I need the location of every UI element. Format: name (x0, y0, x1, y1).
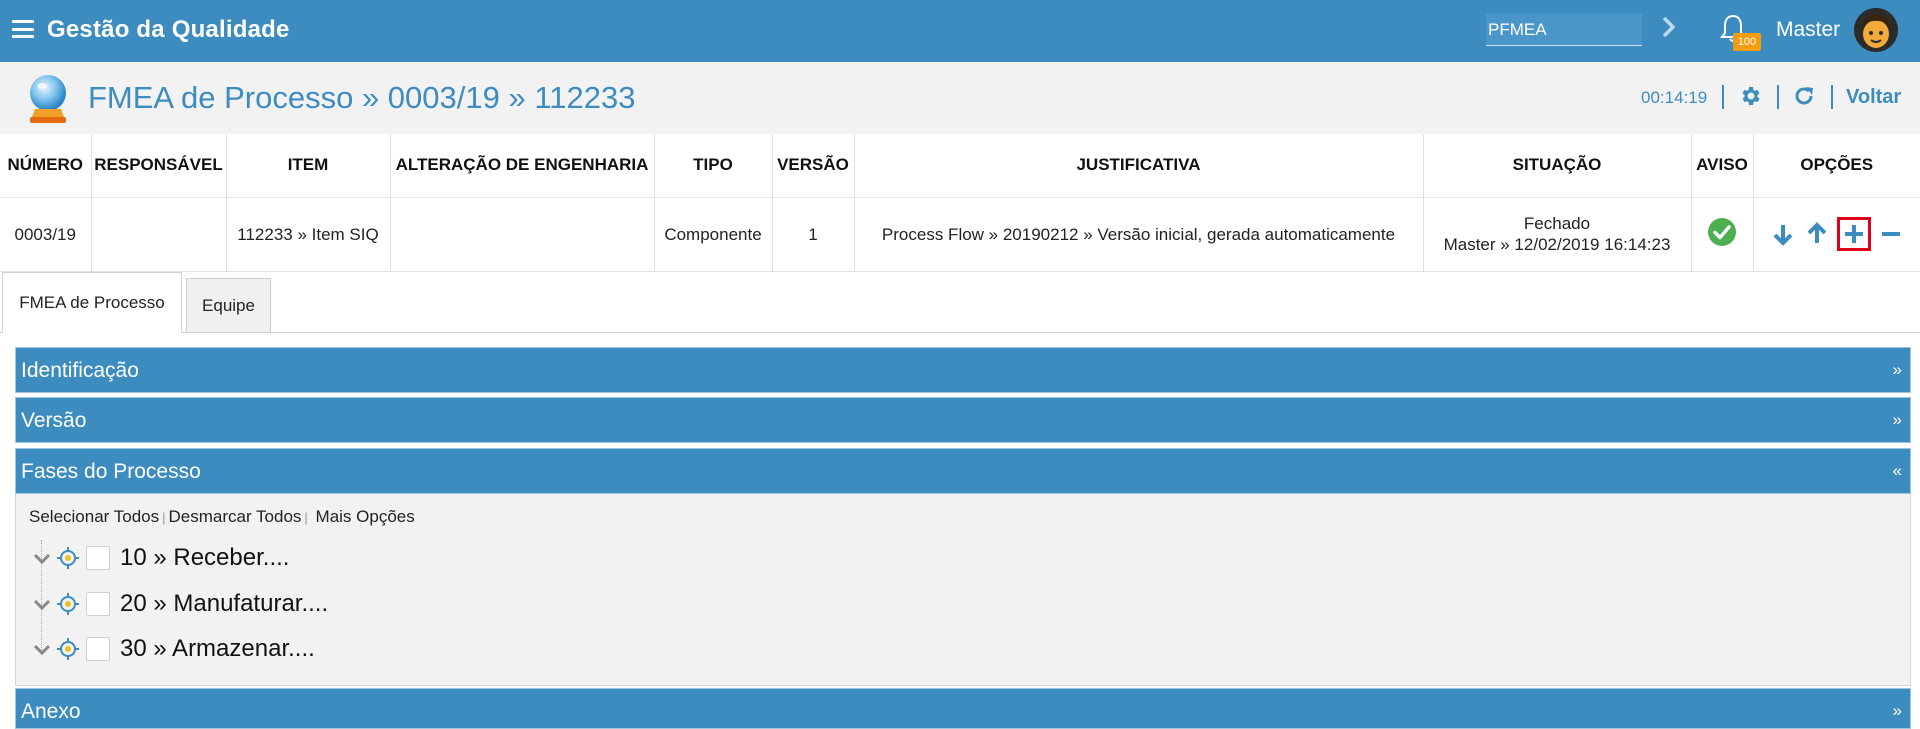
chevron-down-icon[interactable] (32, 639, 52, 659)
link-separator: | (304, 510, 308, 525)
col-aviso: AVISO (1691, 134, 1754, 198)
phase-label[interactable]: 30 » Armazenar.... (120, 635, 315, 663)
collapse-icon[interactable]: « (1893, 461, 1902, 481)
panel-title: Identificação (21, 359, 139, 382)
col-justificativa: JUSTIFICATIVA (854, 134, 1424, 198)
panel-title: Versão (21, 409, 87, 432)
cell-versao: 1 (772, 197, 855, 272)
expand-icon[interactable]: » (1893, 410, 1902, 430)
cell-opcoes (1753, 197, 1920, 272)
panel-fases-processo[interactable]: Fases do Processo « (15, 448, 1911, 494)
plus-icon[interactable] (1836, 217, 1871, 251)
target-icon (57, 638, 79, 660)
situacao-status: Fechado (1523, 214, 1591, 233)
cell-justificativa: Process Flow » 20190212 » Versão inicial… (854, 197, 1424, 272)
cell-aviso (1691, 197, 1754, 272)
phase-label[interactable]: 20 » Manufaturar.... (120, 590, 328, 618)
header-divider (1831, 85, 1833, 109)
app-title: Gestão da Qualidade (47, 16, 290, 43)
panel-anexo[interactable]: Anexo » (15, 688, 1911, 729)
notification-badge: 100 (1733, 33, 1761, 51)
cell-numero: 0003/19 (0, 197, 92, 272)
expand-icon[interactable]: » (1893, 701, 1902, 721)
situacao-detail: Master » 12/02/2019 16:14:23 (1443, 235, 1671, 254)
deselect-all-link[interactable]: Desmarcar Todos (169, 507, 302, 526)
menu-icon[interactable] (12, 20, 34, 38)
tree-item-phase-10: 10 » Receber.... (32, 542, 289, 574)
header-divider (1777, 85, 1779, 109)
col-alteracao: ALTERAÇÃO DE ENGENHARIA (390, 134, 655, 198)
chevron-right-icon[interactable] (1660, 14, 1678, 40)
module-search-input[interactable] (1486, 14, 1642, 46)
tabs-divider (0, 332, 1920, 333)
phase-label[interactable]: 10 » Receber.... (120, 544, 289, 572)
page-title: FMEA de Processo » 0003/19 » 112233 (88, 80, 636, 115)
cell-tipo: Componente (654, 197, 773, 272)
check-circle-icon (1708, 217, 1736, 246)
col-situacao: SITUAÇÃO (1423, 134, 1692, 198)
arrow-up-icon[interactable] (1803, 220, 1831, 248)
table-row: 0003/19 112233 » Item SIQ Componente 1 P… (0, 197, 1920, 272)
arrow-down-icon[interactable] (1769, 220, 1797, 248)
cell-alteracao (390, 197, 655, 272)
panel-versao[interactable]: Versão » (15, 397, 1911, 443)
refresh-icon[interactable] (1792, 84, 1816, 108)
col-opcoes: OPÇÕES (1753, 134, 1920, 198)
link-separator: | (162, 510, 166, 525)
crystal-ball-icon (30, 75, 66, 123)
cell-item: 112233 » Item SIQ (226, 197, 391, 272)
back-button[interactable]: Voltar (1846, 86, 1901, 109)
phase-checkbox[interactable] (86, 592, 110, 616)
tree-item-phase-20: 20 » Manufaturar.... (32, 588, 328, 620)
avatar[interactable] (1854, 8, 1898, 52)
col-tipo: TIPO (654, 134, 773, 198)
fmea-summary-table: NÚMERO RESPONSÁVEL ITEM ALTERAÇÃO DE ENG… (0, 134, 1920, 272)
select-all-link[interactable]: Selecionar Todos (29, 507, 159, 526)
tree-item-phase-30: 30 » Armazenar.... (32, 633, 315, 665)
session-timer: 00:14:19 (1641, 88, 1708, 107)
col-responsavel: RESPONSÁVEL (91, 134, 227, 198)
minus-icon[interactable] (1877, 220, 1905, 248)
target-icon (57, 547, 79, 569)
phase-checkbox[interactable] (86, 546, 110, 570)
panel-identificacao[interactable]: Identificação » (15, 347, 1911, 393)
cell-situacao: Fechado Master » 12/02/2019 16:14:23 (1423, 197, 1692, 272)
phase-checkbox[interactable] (86, 637, 110, 661)
chevron-down-icon[interactable] (32, 548, 52, 568)
expand-icon[interactable]: » (1893, 360, 1902, 380)
panel-title: Fases do Processo (21, 460, 201, 483)
cell-responsavel (91, 197, 227, 272)
col-item: ITEM (226, 134, 391, 198)
panel-title: Anexo (21, 700, 81, 723)
chevron-down-icon[interactable] (32, 594, 52, 614)
header-divider (1722, 85, 1724, 109)
user-name[interactable]: Master (1776, 18, 1840, 42)
col-versao: VERSÃO (772, 134, 855, 198)
phase-actions: Selecionar Todos | Desmarcar Todos | Mais O… (29, 507, 415, 527)
target-icon (57, 593, 79, 615)
tab-equipe[interactable]: Equipe (186, 278, 271, 333)
table-header-row: NÚMERO RESPONSÁVEL ITEM ALTERAÇÃO DE ENG… (0, 134, 1920, 198)
gear-icon[interactable] (1738, 84, 1762, 108)
tab-fmea-processo[interactable]: FMEA de Processo (2, 272, 182, 333)
col-numero: NÚMERO (0, 134, 92, 198)
more-options-link[interactable]: Mais Opções (316, 507, 415, 526)
